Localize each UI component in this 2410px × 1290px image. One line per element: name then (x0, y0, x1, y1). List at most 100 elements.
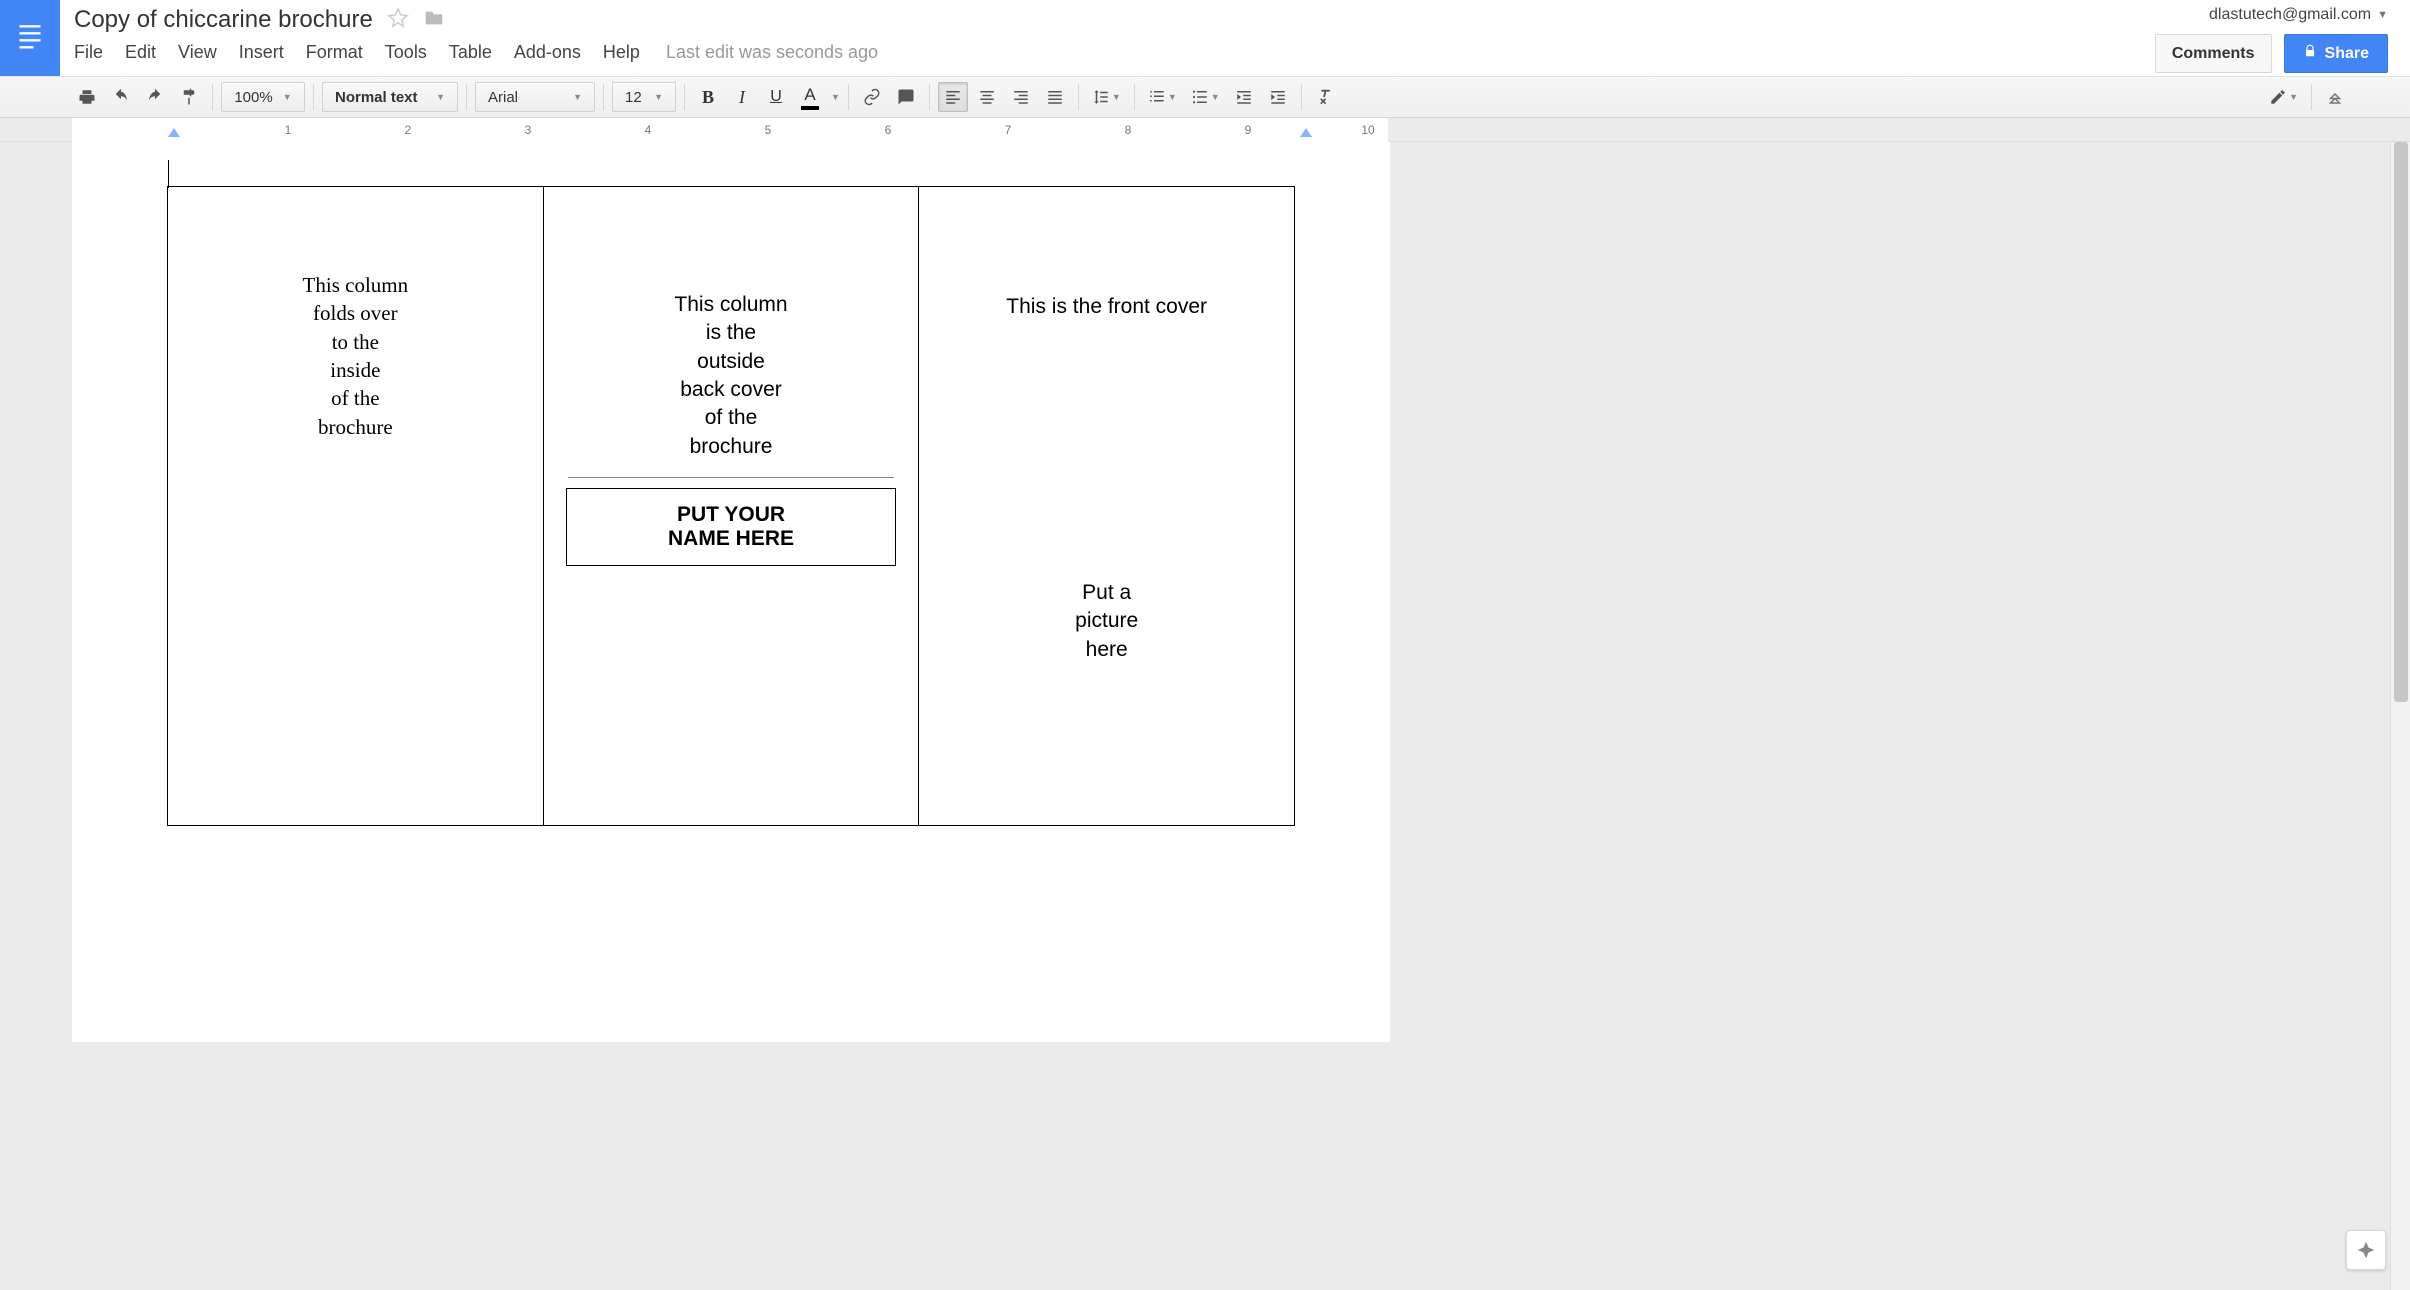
panel2-line: is the (562, 319, 901, 347)
align-center-button[interactable] (972, 82, 1002, 112)
last-edit-label[interactable]: Last edit was seconds ago (666, 42, 878, 63)
panel1-line: This column (186, 271, 525, 299)
chevron-down-icon: ▼ (1211, 92, 1220, 102)
document-canvas[interactable]: This column folds over to the inside of … (0, 142, 2410, 1290)
redo-button[interactable] (140, 82, 170, 112)
ruler-tick: 9 (1245, 123, 1252, 137)
ruler-tick: 7 (1005, 123, 1012, 137)
editing-mode-button[interactable]: ▼ (2264, 82, 2303, 112)
menu-help[interactable]: Help (603, 42, 640, 63)
text-color-button[interactable]: A (795, 82, 825, 112)
insert-link-button[interactable] (857, 82, 887, 112)
ruler[interactable]: 1 2 3 4 5 6 7 8 9 10 (0, 118, 2410, 142)
insert-comment-button[interactable] (891, 82, 921, 112)
name-placeholder-box[interactable]: PUT YOUR NAME HERE (566, 488, 897, 566)
divider (568, 477, 895, 478)
indent-marker-right[interactable] (1300, 128, 1312, 137)
chevron-down-icon: ▼ (1112, 92, 1121, 102)
paint-format-button[interactable] (174, 82, 204, 112)
align-left-button[interactable] (938, 82, 968, 112)
pic-line: here (937, 636, 1276, 664)
underline-button[interactable]: U (761, 82, 791, 112)
zoom-select[interactable]: 100% ▼ (221, 82, 305, 112)
folder-icon[interactable] (423, 7, 445, 34)
panel1-line: of the (186, 384, 525, 412)
panel1-line: folds over (186, 299, 525, 327)
name-line: NAME HERE (577, 527, 886, 551)
font-size-select[interactable]: 12 ▼ (612, 82, 676, 112)
panel2-line: of the (562, 404, 901, 432)
text-cursor (168, 160, 169, 188)
panel2-line: This column (562, 291, 901, 319)
chevron-down-icon: ▼ (283, 92, 292, 102)
zoom-value: 100% (234, 89, 272, 106)
chevron-down-icon: ▼ (654, 92, 663, 102)
text-color-letter: A (804, 85, 815, 105)
menu-edit[interactable]: Edit (125, 42, 156, 63)
menu-tools[interactable]: Tools (385, 42, 427, 63)
menu-format[interactable]: Format (306, 42, 363, 63)
lock-icon (2303, 44, 2317, 63)
name-line: PUT YOUR (577, 503, 886, 527)
bulleted-list-button[interactable]: ▼ (1186, 82, 1225, 112)
chevron-down-icon: ▼ (2289, 92, 2298, 102)
ruler-tick: 5 (765, 123, 772, 137)
font-value: Arial (488, 89, 518, 106)
brochure-table[interactable]: This column folds over to the inside of … (167, 186, 1295, 826)
docs-logo[interactable] (0, 0, 60, 76)
ruler-tick: 10 (1361, 123, 1374, 137)
collapse-toolbar-button[interactable] (2320, 82, 2350, 112)
print-button[interactable] (72, 82, 102, 112)
ruler-tick: 6 (885, 123, 892, 137)
menubar: File Edit View Insert Format Tools Table… (74, 34, 2155, 63)
panel2-line: brochure (562, 433, 901, 461)
text-color-swatch (801, 106, 819, 110)
app-header: Copy of chiccarine brochure File Edit Vi… (0, 0, 2410, 76)
picture-placeholder[interactable]: Put a picture here (937, 579, 1276, 664)
italic-button[interactable]: I (727, 82, 757, 112)
panel1-line: to the (186, 328, 525, 356)
front-cover-label: This is the front cover (937, 295, 1276, 319)
font-select[interactable]: Arial ▼ (475, 82, 595, 112)
increase-indent-button[interactable] (1263, 82, 1293, 112)
decrease-indent-button[interactable] (1229, 82, 1259, 112)
menu-addons[interactable]: Add-ons (514, 42, 581, 63)
panel1-line: inside (186, 356, 525, 384)
toolbar: 100% ▼ Normal text ▼ Arial ▼ 12 ▼ B I U … (0, 76, 2410, 118)
comments-button[interactable]: Comments (2155, 34, 2272, 73)
header-right: dlastutech@gmail.com ▼ Comments Share (2155, 0, 2410, 73)
numbered-list-button[interactable]: ▼ (1143, 82, 1182, 112)
menu-table[interactable]: Table (449, 42, 492, 63)
account-switcher[interactable]: dlastutech@gmail.com ▼ (2209, 6, 2388, 24)
ruler-tick: 4 (645, 123, 652, 137)
bold-button[interactable]: B (693, 82, 723, 112)
star-icon[interactable] (387, 7, 409, 34)
panel1-line: brochure (186, 413, 525, 441)
share-button[interactable]: Share (2284, 34, 2388, 73)
paragraph-style-select[interactable]: Normal text ▼ (322, 82, 458, 112)
align-right-button[interactable] (1006, 82, 1036, 112)
panel2-line: outside (562, 348, 901, 376)
undo-button[interactable] (106, 82, 136, 112)
menu-view[interactable]: View (178, 42, 217, 63)
pic-line: Put a (937, 579, 1276, 607)
chevron-down-icon: ▼ (2377, 9, 2388, 21)
chevron-down-icon[interactable]: ▼ (831, 92, 840, 102)
title-region: Copy of chiccarine brochure File Edit Vi… (60, 0, 2155, 63)
chevron-down-icon: ▼ (573, 92, 582, 102)
menu-insert[interactable]: Insert (239, 42, 284, 63)
clear-formatting-button[interactable] (1310, 82, 1340, 112)
scrollbar-thumb[interactable] (2394, 142, 2408, 702)
font-size-value: 12 (625, 89, 642, 106)
page[interactable]: This column folds over to the inside of … (72, 142, 1390, 1042)
align-justify-button[interactable] (1040, 82, 1070, 112)
brochure-panel-inside-fold[interactable]: This column folds over to the inside of … (168, 187, 544, 825)
indent-marker-left[interactable] (168, 128, 180, 137)
brochure-panel-front-cover[interactable]: This is the front cover Put a picture he… (919, 187, 1294, 825)
explore-button[interactable] (2346, 1230, 2386, 1270)
vertical-scrollbar[interactable] (2390, 142, 2410, 1290)
document-title[interactable]: Copy of chiccarine brochure (74, 6, 373, 34)
menu-file[interactable]: File (74, 42, 103, 63)
line-spacing-button[interactable]: ▼ (1087, 82, 1126, 112)
brochure-panel-back-cover[interactable]: This column is the outside back cover of… (544, 187, 920, 825)
